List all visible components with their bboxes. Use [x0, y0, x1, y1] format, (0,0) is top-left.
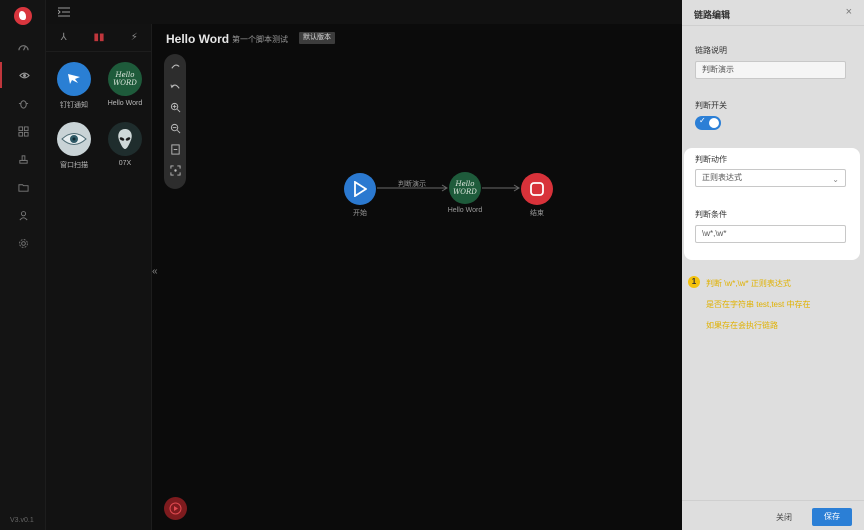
- drawer-title: 链路编辑: [694, 10, 731, 20]
- hello-word-node-text: Hello WORD: [453, 180, 477, 196]
- close-icon[interactable]: ×: [846, 6, 852, 18]
- stop-icon: [521, 173, 553, 205]
- run-icon: [169, 502, 182, 515]
- run-button[interactable]: [164, 497, 187, 520]
- edge-label[interactable]: 判断演示: [398, 179, 426, 189]
- link-edit-drawer: 链路编辑 ×: [682, 0, 864, 530]
- hello-word-node[interactable]: Hello WORD Hello Word: [440, 172, 490, 214]
- play-icon: [344, 173, 376, 205]
- note-line: 判断 \w*,\w* 正则表达式: [706, 279, 791, 288]
- start-node[interactable]: 开始: [340, 173, 380, 218]
- action-select[interactable]: 正则表达式 ⌄: [695, 169, 846, 187]
- action-label: 判断动作: [695, 155, 727, 164]
- desc-input[interactable]: 判断演示: [695, 61, 846, 79]
- chevron-down-icon: ⌄: [832, 175, 839, 184]
- condition-label: 判断条件: [695, 210, 727, 219]
- check-icon: ✓: [699, 116, 706, 125]
- note-number-badge: 1: [688, 276, 700, 288]
- drawer-header: 链路编辑 ×: [682, 0, 864, 26]
- app-window: V3.v0.1 ⅄ ▮▮ ⚡ 钉钉通知 Hello WORD Hello Wor…: [0, 0, 864, 530]
- desc-label: 链路说明: [695, 46, 727, 55]
- hello-word-node-label: Hello Word: [447, 207, 483, 214]
- switch-label: 判断开关: [695, 101, 727, 110]
- note-line: 如果存在会执行链路: [706, 321, 778, 330]
- toggle-knob: [709, 118, 719, 128]
- start-node-label: 开始: [353, 210, 367, 217]
- judge-toggle[interactable]: ✓: [695, 116, 721, 130]
- end-node[interactable]: 结束: [517, 173, 557, 218]
- end-node-label: 结束: [530, 210, 544, 217]
- hello-word-icon: Hello WORD: [449, 172, 481, 204]
- save-button[interactable]: 保存: [812, 508, 852, 526]
- close-button[interactable]: 关闭: [768, 510, 800, 526]
- condition-input[interactable]: \w*,\w*: [695, 225, 846, 243]
- note-line: 是否在字符串 test,test 中存在: [706, 300, 811, 309]
- action-select-value: 正则表达式: [702, 173, 742, 182]
